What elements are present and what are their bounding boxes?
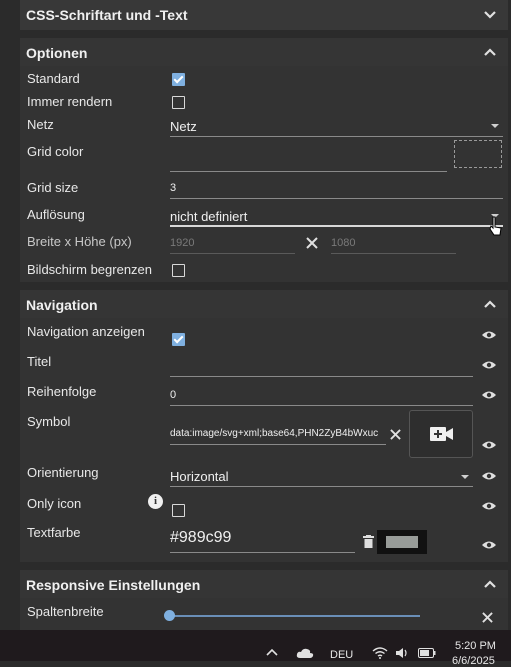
speaker-icon[interactable]	[395, 647, 409, 659]
symbol-label: Symbol	[27, 414, 71, 429]
title-input[interactable]	[170, 376, 473, 377]
cloud-icon[interactable]	[296, 648, 314, 658]
navigation-header[interactable]: Navigation	[20, 290, 508, 318]
chevron-up-icon[interactable]	[482, 44, 498, 60]
eye-icon[interactable]	[482, 501, 496, 511]
order-input[interactable]: 0	[170, 389, 176, 401]
resolution-select-value: nicht definiert	[170, 209, 248, 224]
taskbar: DEU 5:20 PM 6/6/2025	[0, 630, 511, 667]
slider-thumb[interactable]	[164, 610, 175, 621]
grid-color-swatch[interactable]	[454, 140, 502, 168]
options-title: Optionen	[26, 45, 88, 61]
css-font-panel-title: CSS-Schriftart und -Text	[26, 7, 188, 23]
symbol-input[interactable]: data:image/svg+xml;base64,PHN2ZyB4bWxuc	[170, 428, 386, 439]
info-icon[interactable]: i	[148, 494, 163, 509]
battery-icon[interactable]	[418, 648, 436, 658]
column-width-label: Spaltenbreite	[27, 604, 104, 619]
order-label: Reihenfolge	[27, 384, 97, 399]
eye-icon[interactable]	[482, 390, 496, 400]
navigation-title: Navigation	[26, 297, 98, 313]
text-color-label: Textfarbe	[27, 525, 81, 540]
limit-screen-label: Bildschirm begrenzen	[27, 262, 153, 277]
always-render-checkbox[interactable]	[172, 96, 185, 109]
wifi-icon[interactable]	[372, 647, 388, 659]
close-icon[interactable]	[482, 612, 493, 623]
dropdown-arrow-icon	[491, 124, 499, 128]
height-input[interactable]: 1080	[331, 237, 355, 249]
chevron-up-icon[interactable]	[266, 648, 278, 656]
clear-icon[interactable]	[390, 429, 401, 440]
text-color-input[interactable]: #989c99	[170, 529, 231, 547]
chevron-down-icon[interactable]	[482, 7, 498, 23]
standard-label: Standard	[27, 71, 80, 86]
width-input[interactable]: 1920	[170, 237, 194, 249]
eye-icon[interactable]	[482, 540, 496, 550]
grid-color-input[interactable]	[170, 171, 447, 172]
column-width-slider[interactable]	[164, 610, 420, 621]
size-label: Breite x Höhe (px)	[27, 234, 132, 249]
grid-select-value: Netz	[170, 119, 197, 134]
options-section: Optionen Standard Immer rendern Netz Net…	[20, 38, 508, 282]
responsive-section: Responsive Einstellungen Spaltenbreite	[20, 570, 508, 630]
eye-icon[interactable]	[482, 471, 496, 481]
resolution-select[interactable]: nicht definiert	[170, 206, 503, 226]
clock-date[interactable]: 6/6/2025	[452, 655, 495, 667]
grid-select[interactable]: Netz	[170, 116, 503, 136]
orientation-select-value: Horizontal	[170, 469, 229, 484]
limit-screen-checkbox[interactable]	[172, 264, 185, 277]
responsive-header[interactable]: Responsive Einstellungen	[20, 570, 508, 598]
orientation-select[interactable]: Horizontal	[170, 466, 473, 486]
mouse-cursor-icon	[489, 216, 502, 236]
only-icon-label: Only icon	[27, 496, 82, 511]
grid-size-input[interactable]: 3	[170, 182, 176, 194]
language-indicator[interactable]: DEU	[330, 649, 353, 661]
video-add-icon	[430, 427, 453, 441]
text-color-swatch[interactable]	[377, 530, 427, 554]
chevron-up-icon[interactable]	[482, 576, 498, 592]
trash-icon[interactable]	[363, 535, 374, 548]
eye-icon[interactable]	[482, 440, 496, 450]
text-color-swatch-fill	[386, 536, 418, 548]
show-navigation-label: Navigation anzeigen	[27, 324, 145, 339]
options-header[interactable]: Optionen	[20, 38, 508, 66]
times-icon	[306, 237, 318, 249]
only-icon-checkbox[interactable]	[172, 504, 185, 517]
grid-label: Netz	[27, 117, 54, 132]
standard-checkbox[interactable]	[172, 73, 185, 86]
dropdown-arrow-icon	[461, 475, 469, 479]
clock-time[interactable]: 5:20 PM	[455, 640, 496, 652]
show-navigation-checkbox[interactable]	[172, 333, 185, 346]
responsive-title: Responsive Einstellungen	[26, 577, 201, 593]
chevron-up-icon[interactable]	[482, 296, 498, 312]
css-font-panel-header[interactable]: CSS-Schriftart und -Text	[20, 0, 508, 30]
title-label: Titel	[27, 354, 52, 369]
eye-icon[interactable]	[482, 330, 496, 340]
orientation-label: Orientierung	[27, 465, 99, 480]
grid-size-label: Grid size	[27, 180, 79, 195]
resolution-label: Auflösung	[27, 207, 85, 222]
select-icon-button[interactable]	[409, 410, 473, 458]
grid-color-label: Grid color	[27, 144, 84, 159]
always-render-label: Immer rendern	[27, 94, 113, 109]
navigation-section: Navigation Navigation anzeigen Titel Rei…	[20, 290, 508, 562]
eye-icon[interactable]	[482, 360, 496, 370]
slider-track	[170, 615, 420, 617]
